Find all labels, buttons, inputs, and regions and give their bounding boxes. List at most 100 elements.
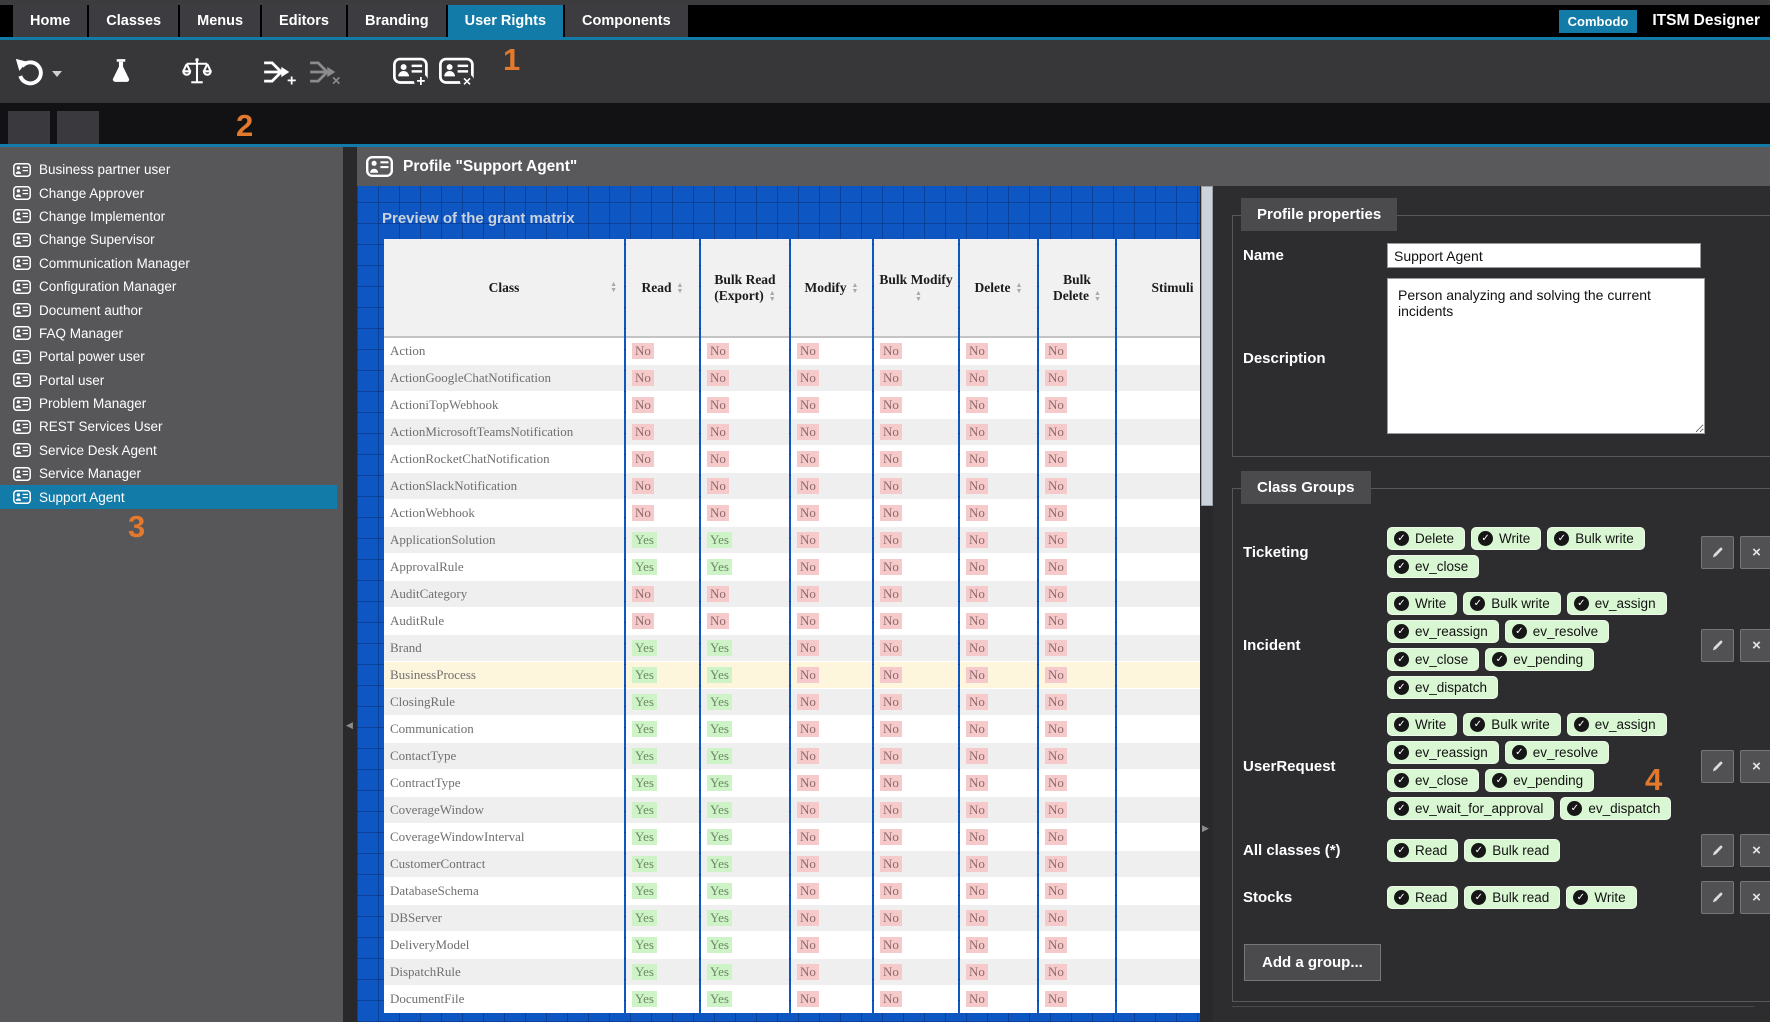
grant-bulk-delete: No <box>1045 397 1067 413</box>
profile-list-item[interactable]: Service Manager <box>0 462 337 485</box>
collapse-right-icon[interactable]: ▶ <box>1202 824 1209 833</box>
profile-list-item[interactable]: Communication Manager <box>0 252 337 275</box>
profile-list-item[interactable]: Change Supervisor <box>0 228 337 251</box>
delete-group-button[interactable]: × <box>1740 536 1770 569</box>
sort-arrows-icon[interactable]: ▲▼ <box>1094 290 1101 302</box>
matrix-column-header[interactable]: Delete▲▼ <box>960 239 1037 338</box>
merge-add-icon[interactable]: + <box>260 56 298 88</box>
matrix-row: DocumentFile Yes Yes No No No No <box>384 986 1228 1013</box>
profile-list-item[interactable]: Support Agent <box>0 485 337 508</box>
flask-icon[interactable] <box>106 57 136 87</box>
grant-read: No <box>632 343 654 359</box>
nav-tab[interactable]: Editors <box>262 5 346 37</box>
collapse-left-icon[interactable]: ◀ <box>346 721 353 730</box>
matrix-row: BusinessProcess Yes Yes No No No No <box>384 662 1228 689</box>
profile-remove-icon[interactable]: × <box>438 56 476 88</box>
sort-arrows-icon[interactable]: ▲▼ <box>852 282 859 294</box>
delete-group-button[interactable]: × <box>1740 629 1770 662</box>
grant-pill-label: ev_assign <box>1595 596 1656 611</box>
edit-group-button[interactable] <box>1701 834 1734 867</box>
check-icon: ✓ <box>1512 745 1527 760</box>
profile-list-item[interactable]: Document author <box>0 298 337 321</box>
nav-tab[interactable]: Home <box>13 5 87 37</box>
matrix-column-header[interactable]: Bulk Modify▲▼ <box>874 239 958 338</box>
matrix-row: Communication Yes Yes No No No No <box>384 716 1228 743</box>
matrix-column-header[interactable]: Bulk Read (Export)▲▼ <box>701 239 789 338</box>
check-icon: ✓ <box>1394 680 1409 695</box>
profile-list-item[interactable]: Portal power user <box>0 345 337 368</box>
delete-group-button[interactable]: × <box>1740 750 1770 783</box>
tab-profiles[interactable] <box>57 111 99 144</box>
profile-list-item[interactable]: Problem Manager <box>0 392 337 415</box>
matrix-scrollbar-thumb[interactable] <box>1201 186 1213 506</box>
edit-group-button[interactable] <box>1701 536 1734 569</box>
profile-list-item[interactable]: FAQ Manager <box>0 322 337 345</box>
profile-list-item[interactable]: Portal user <box>0 369 337 392</box>
grant-bulk-modify: No <box>880 505 902 521</box>
sort-arrows-icon[interactable]: ▲▼ <box>769 290 776 302</box>
sort-arrows-icon[interactable]: ▲▼ <box>1016 282 1023 294</box>
edit-group-button[interactable] <box>1701 881 1734 914</box>
grant-bulk-delete: No <box>1045 856 1067 872</box>
matrix-column-header[interactable]: Class▲▼ <box>384 239 624 338</box>
tab-class-groups[interactable] <box>8 111 50 144</box>
matrix-row: ActioniTopWebhook No No No No No No <box>384 392 1228 419</box>
class-group-row: Stocks ✓Read ✓Bulk read ✓Write <box>1243 881 1770 914</box>
name-input[interactable] <box>1387 243 1701 268</box>
sort-arrows-icon[interactable]: ▲▼ <box>677 282 684 294</box>
profile-list-item[interactable]: Change Implementor <box>0 205 337 228</box>
group-row-actions: × <box>1701 536 1770 569</box>
edit-group-button[interactable] <box>1701 750 1734 783</box>
nav-tab[interactable]: Components <box>565 5 688 37</box>
grant-modify: No <box>797 748 819 764</box>
check-icon: ✓ <box>1394 652 1409 667</box>
add-group-button[interactable]: Add a group... <box>1244 944 1381 981</box>
grant-read: No <box>632 478 654 494</box>
matrix-column-header[interactable]: Modify▲▼ <box>791 239 872 338</box>
nav-tab[interactable]: Branding <box>348 5 446 37</box>
grant-modify: No <box>797 397 819 413</box>
nav-tab[interactable]: Menus <box>180 5 260 37</box>
delete-group-button[interactable]: × <box>1740 881 1770 914</box>
left-splitter[interactable]: ◀ <box>343 147 357 1022</box>
matrix-row: CustomerContract Yes Yes No No No No <box>384 851 1228 878</box>
delete-group-button[interactable]: × <box>1740 834 1770 867</box>
class-group-row: UserRequest ✓Write ✓Bulk write ✓ev_assig… <box>1243 713 1770 820</box>
pencil-icon <box>1711 639 1724 652</box>
grant-pill-list: ✓Delete ✓Write ✓Bulk write ✓ev_close <box>1387 527 1687 578</box>
edit-group-button[interactable] <box>1701 629 1734 662</box>
sort-arrows-icon[interactable]: ▲▼ <box>610 281 617 293</box>
grant-bulk-read: No <box>707 505 729 521</box>
profile-list-item[interactable]: REST Services User <box>0 415 337 438</box>
nav-tab[interactable]: User Rights <box>448 5 563 37</box>
profile-list-item[interactable]: Service Desk Agent <box>0 439 337 462</box>
profile-list-item[interactable]: Configuration Manager <box>0 275 337 298</box>
grant-bulk-modify: No <box>880 586 902 602</box>
nav-tab[interactable]: Classes <box>89 5 178 37</box>
matrix-column-header[interactable]: Bulk Delete▲▼ <box>1039 239 1115 338</box>
close-icon: × <box>1752 889 1761 906</box>
matrix-column-header[interactable]: Read▲▼ <box>626 239 699 338</box>
description-input[interactable]: Person analyzing and solving the current… <box>1387 278 1705 434</box>
undo-dropdown-caret[interactable] <box>46 67 62 77</box>
scales-icon[interactable] <box>180 56 214 88</box>
profile-list-item[interactable]: Business partner user <box>0 158 337 181</box>
grant-bulk-delete: No <box>1045 937 1067 953</box>
profile-panel-header: Profile "Support Agent" <box>357 147 1770 186</box>
sort-arrows-icon[interactable]: ▲▼ <box>915 290 922 302</box>
grant-pill: ✓ev_wait_for_approval <box>1387 797 1554 820</box>
merge-remove-icon[interactable]: × <box>306 56 344 88</box>
grant-read: No <box>632 613 654 629</box>
profile-card-icon <box>13 350 31 364</box>
grant-pill: ✓ev_close <box>1387 648 1479 671</box>
matrix-scrollbar-track[interactable] <box>1200 186 1213 1022</box>
grant-bulk-delete: No <box>1045 613 1067 629</box>
grant-matrix-panel: Preview of the grant matrix Class▲▼ Read… <box>357 186 1200 1022</box>
grant-bulk-modify: No <box>880 829 902 845</box>
profile-add-icon[interactable]: + <box>392 56 430 88</box>
undo-icon[interactable] <box>12 56 46 88</box>
profile-list-item[interactable]: Change Approver <box>0 181 337 204</box>
group-row-actions: × <box>1701 629 1770 662</box>
grant-bulk-delete: No <box>1045 775 1067 791</box>
grant-delete: No <box>966 910 988 926</box>
